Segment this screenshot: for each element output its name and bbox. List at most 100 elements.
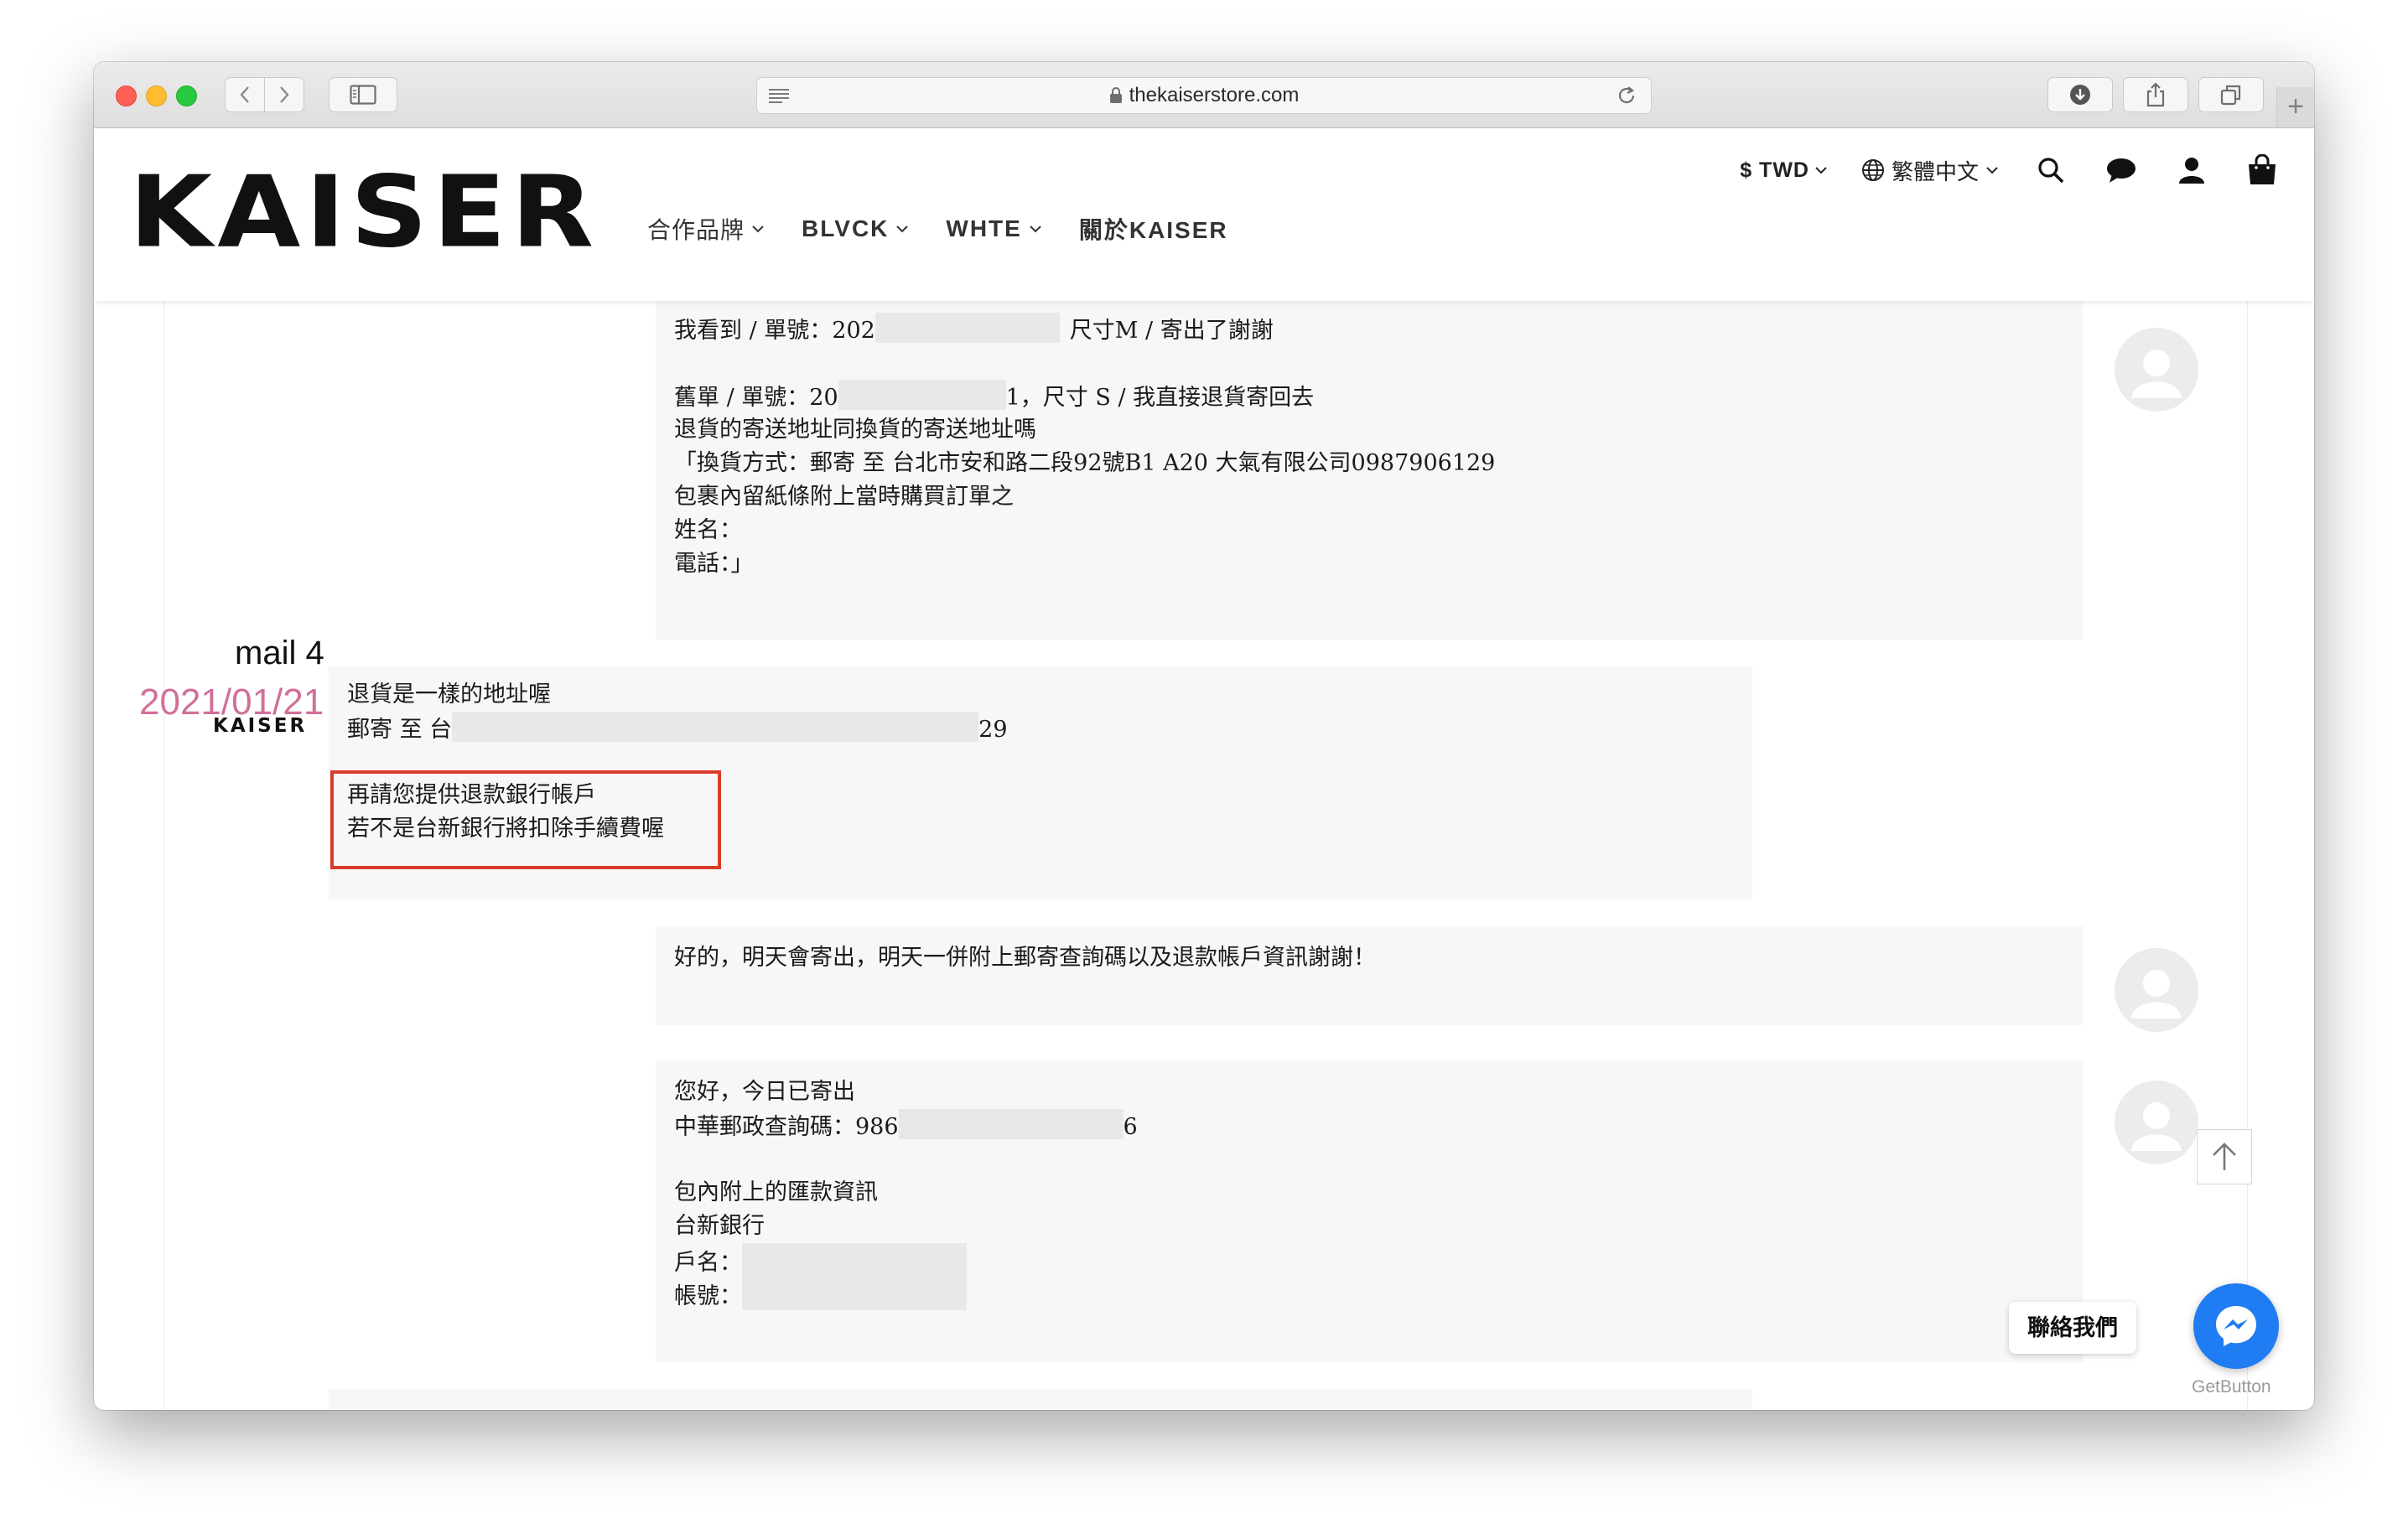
chevron-left-icon: [240, 86, 249, 103]
message-line: 郵寄 至 台 29: [347, 712, 1734, 745]
downloads-button[interactable]: [2047, 77, 2113, 112]
nav-item-blvck[interactable]: BLVCK: [802, 215, 909, 242]
chevron-down-icon: [1986, 167, 1998, 174]
message-line: 戶名：: [674, 1243, 2064, 1277]
message-text: 舊單 / 單號：20: [674, 385, 838, 411]
customer-avatar: [2115, 948, 2198, 1032]
mail-label: mail 4: [235, 635, 324, 671]
customer-avatar: [2115, 1081, 2198, 1164]
message-text: 中華郵政查詢碼：986: [674, 1114, 899, 1140]
redacted-block: [742, 1243, 967, 1277]
new-tab-button[interactable]: +: [2276, 87, 2314, 127]
chevron-right-icon: [280, 86, 289, 103]
url-text: thekaiserstore.com: [757, 78, 1651, 116]
message-bubble-customer: 我看到 / 單號：202 尺寸M / 寄出了謝謝 舊單 / 單號：20 1，尺寸 S…: [656, 301, 2083, 640]
message-line: 退貨的寄送地址同換貨的寄送地址嗎: [674, 417, 1036, 443]
divider: [2247, 301, 2248, 1410]
account-button[interactable]: [2173, 152, 2210, 189]
url-label: thekaiserstore.com: [1129, 84, 1300, 106]
messenger-icon: [2216, 1306, 2256, 1346]
contact-us-label[interactable]: 聯絡我們: [2009, 1302, 2136, 1354]
reload-icon[interactable]: [1616, 85, 1637, 111]
message-line: 中華郵政查詢碼：986 6: [674, 1109, 2064, 1143]
message-text: 我看到 / 單號：202: [674, 318, 875, 344]
tabs-icon: [2220, 85, 2241, 106]
conversation-area: 我看到 / 單號：202 尺寸M / 寄出了謝謝 舊單 / 單號：20 1，尺寸 S…: [94, 301, 2314, 1410]
chevron-down-icon: [896, 225, 909, 233]
close-window-button[interactable]: [116, 86, 137, 106]
message-bubble-customer: 您好，今日已寄出 中華郵政查詢碼：986 6 包內附上的匯款資訊 台新銀行 戶名：…: [656, 1060, 2083, 1362]
site-header: KAISER 合作品牌 BLVCK WHTE 關於KAISER $ TWD 繁體…: [94, 128, 2314, 301]
divider: [163, 301, 164, 1410]
sidebar-toggle-button[interactable]: [329, 77, 397, 112]
cart-button[interactable]: [2244, 152, 2281, 189]
language-selector[interactable]: 繁體中文: [1861, 155, 1999, 186]
lock-icon: [1109, 80, 1123, 116]
nav-item-label: 關於KAISER: [1078, 217, 1228, 243]
redacted-block: [874, 313, 1060, 343]
message-text: 6: [1123, 1114, 1138, 1140]
message-line: 包裹內留紙條附上當時購買訂單之: [674, 484, 1014, 510]
message-text: 戶名：: [674, 1250, 742, 1276]
zoom-window-button[interactable]: [176, 86, 197, 106]
user-placeholder-icon: [2131, 1102, 2182, 1151]
sidebar-icon: [350, 85, 376, 105]
message-bubble-store: [329, 1389, 1752, 1410]
currency-label: $ TWD: [1740, 158, 1809, 182]
chat-bubble-icon: [2107, 158, 2136, 183]
message-line: 台新銀行: [674, 1213, 765, 1239]
header-utilities: $ TWD 繁體中文: [1740, 152, 2281, 189]
search-button[interactable]: [2032, 152, 2069, 189]
user-placeholder-icon: [2131, 970, 2182, 1018]
user-placeholder-icon: [2131, 350, 2182, 398]
messages-button[interactable]: [2103, 152, 2140, 189]
message-line: 帳號：: [674, 1277, 2064, 1310]
nav-item-whte[interactable]: WHTE: [946, 215, 1041, 242]
browser-toolbar: thekaiserstore.com +: [94, 62, 2314, 128]
redacted-block: [452, 712, 979, 742]
nav-item-label: BLVCK: [802, 215, 890, 241]
shopping-bag-icon: [2249, 154, 2276, 184]
share-icon: [2146, 82, 2165, 107]
redacted-block: [742, 1277, 967, 1310]
nav-item-about[interactable]: 關於KAISER: [1079, 212, 1228, 246]
message-line: 電話：」: [674, 551, 754, 577]
currency-selector[interactable]: $ TWD: [1740, 158, 1828, 183]
message-line: 姓名：: [674, 517, 742, 543]
chevron-down-icon: [752, 225, 764, 233]
search-icon: [2038, 158, 2064, 184]
user-icon: [2179, 158, 2204, 184]
forward-button[interactable]: [264, 77, 304, 112]
message-line: 包內附上的匯款資訊: [674, 1179, 878, 1205]
nav-item-label: 合作品牌: [647, 217, 745, 243]
customer-avatar: [2115, 328, 2198, 412]
back-to-top-button[interactable]: [2197, 1129, 2252, 1184]
tab-overview-button[interactable]: [2198, 77, 2264, 112]
nav-item-partner-brands[interactable]: 合作品牌: [647, 212, 765, 246]
message-line: 舊單 / 單號：20 1，尺寸 S / 我直接退貨寄回去: [674, 380, 2064, 413]
message-text: 郵寄 至 台: [347, 717, 453, 743]
web-page: KAISER 合作品牌 BLVCK WHTE 關於KAISER $ TWD 繁體…: [94, 128, 2314, 1410]
redacted-block: [898, 1109, 1124, 1139]
message-bubble-customer: 好的，明天會寄出，明天一併附上郵寄查詢碼以及退款帳戶資訊謝謝！: [656, 926, 2083, 1025]
getbutton-credit[interactable]: GetButton: [2192, 1377, 2271, 1397]
chevron-down-icon: [1030, 225, 1041, 233]
message-text: 帳號：: [674, 1283, 742, 1309]
main-nav: 合作品牌 BLVCK WHTE 關於KAISER: [647, 212, 1228, 246]
message-line: 您好，今日已寄出: [674, 1079, 855, 1105]
share-button[interactable]: [2123, 77, 2188, 112]
arrow-up-icon: [2213, 1143, 2236, 1170]
message-line: 我看到 / 單號：202 尺寸M / 寄出了謝謝: [674, 313, 2064, 346]
message-line: 「換貨方式：郵寄 至 台北市安和路二段92號B1 A20 大氣有限公司09879…: [674, 450, 1496, 476]
minimize-window-button[interactable]: [146, 86, 167, 106]
site-logo[interactable]: KAISER: [129, 163, 599, 262]
chevron-down-icon: [1815, 167, 1827, 174]
redacted-block: [838, 380, 1006, 410]
language-label: 繁體中文: [1891, 158, 1979, 184]
messenger-chat-button[interactable]: [2193, 1283, 2279, 1369]
message-text: 1，尺寸 S / 我直接退貨寄回去: [1005, 385, 1315, 411]
highlight-annotation: [330, 770, 721, 869]
address-bar[interactable]: thekaiserstore.com: [756, 77, 1652, 114]
download-icon: [2070, 85, 2090, 105]
back-button[interactable]: [225, 77, 265, 112]
